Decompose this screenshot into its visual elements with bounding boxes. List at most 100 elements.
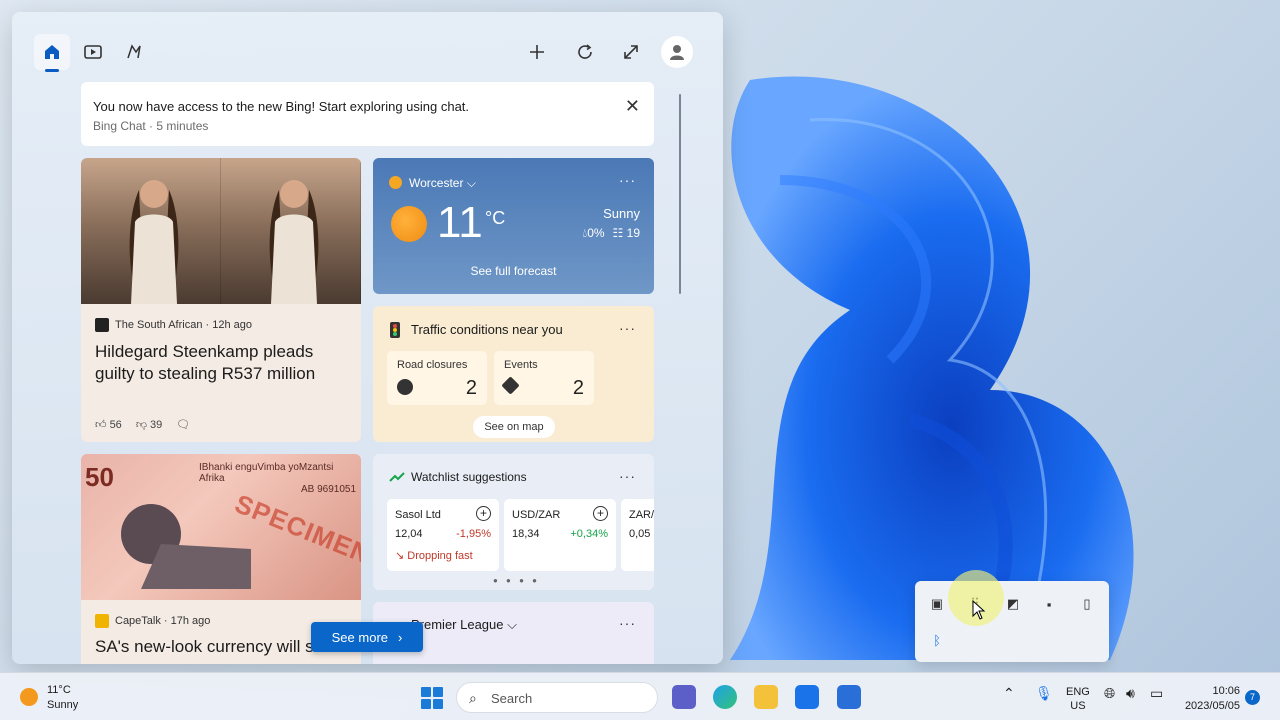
road-closure-icon bbox=[397, 379, 413, 395]
banknote-text: IBhanki enguVimba yoMzantsi Afrika bbox=[199, 462, 334, 484]
weather-sun-icon bbox=[391, 206, 427, 242]
taskbar: 11°C Sunny ⌕ Search ⌃ 🎙︎ ENG US 🌐︎ 🔊︎ ▭ … bbox=[0, 672, 1280, 720]
bluetooth-icon[interactable]: ᛒ bbox=[929, 632, 945, 648]
usb-tray-icon[interactable]: ▯ bbox=[1079, 596, 1095, 612]
expand-button[interactable] bbox=[613, 34, 649, 70]
watchlist-card[interactable]: Watchlist suggestions ··· Sasol Ltd + 12… bbox=[373, 454, 654, 590]
more-options-icon[interactable]: ··· bbox=[619, 320, 636, 336]
see-full-forecast-link[interactable]: See full forecast bbox=[373, 264, 654, 278]
trend-indicator: ↘ Dropping fast bbox=[395, 550, 473, 562]
news-reactions-1: 👍︎ 56 👎︎ 39 🗨︎ bbox=[95, 418, 190, 431]
news-image-2: 50 IBhanki enguVimba yoMzantsi Afrika AB… bbox=[81, 454, 361, 600]
app-tray-icon[interactable]: ▣ bbox=[929, 596, 945, 612]
tray-overflow-flyout: ▣ ⠿ ◩ ▪ ▯ ᛒ bbox=[915, 581, 1109, 662]
watchlist-title: Watchlist suggestions bbox=[411, 470, 527, 484]
taskbar-weather[interactable]: 11°C Sunny bbox=[20, 683, 78, 713]
events-tile[interactable]: Events 2 bbox=[494, 351, 594, 405]
weather-condition: Sunny bbox=[603, 206, 640, 221]
video-icon bbox=[84, 45, 102, 59]
mail-icon[interactable] bbox=[795, 685, 819, 709]
weather-stats: 💧︎0% ☷ 19 bbox=[582, 226, 640, 241]
bing-banner[interactable]: You now have access to the new Bing! Sta… bbox=[81, 82, 654, 146]
search-icon: ⌕ bbox=[469, 690, 477, 706]
aqi-icon: ☷ 19 bbox=[612, 226, 640, 240]
widgets-topbar bbox=[12, 12, 723, 80]
home-tab[interactable] bbox=[34, 34, 70, 72]
add-widget-button[interactable] bbox=[519, 34, 555, 70]
news-image-1 bbox=[81, 158, 361, 304]
display-tray-icon[interactable]: ◩ bbox=[1005, 596, 1021, 612]
edge-icon[interactable] bbox=[713, 685, 737, 709]
stock-tile-zar[interactable]: ZAR/U 0,05 bbox=[621, 499, 654, 571]
volume-icon[interactable]: 🔊︎ bbox=[1126, 685, 1135, 702]
plus-icon bbox=[530, 45, 544, 59]
news-headline-1[interactable]: Hildegard Steenkamp pleads guilty to ste… bbox=[95, 341, 347, 385]
lion-image bbox=[121, 504, 251, 589]
sun-icon bbox=[389, 176, 402, 189]
event-icon bbox=[501, 376, 520, 395]
teams-chat-icon[interactable] bbox=[672, 685, 696, 709]
precip-icon: 💧︎0% bbox=[582, 226, 605, 240]
weather-temp: 11 bbox=[437, 198, 483, 247]
expand-icon bbox=[624, 45, 638, 59]
banknote-serial: AB 9691051 bbox=[301, 484, 357, 495]
chevron-right-icon: › bbox=[398, 629, 403, 645]
news-source-2: CapeTalk · 17h ago bbox=[95, 614, 210, 628]
sun-icon bbox=[20, 688, 38, 706]
battery-icon[interactable]: ▭ bbox=[1150, 685, 1163, 702]
add-to-watchlist-icon[interactable]: + bbox=[476, 506, 491, 521]
widgets-panel: You now have access to the new Bing! Sta… bbox=[12, 12, 723, 664]
see-more-button[interactable]: See more › bbox=[311, 622, 423, 652]
store-icon[interactable] bbox=[837, 685, 861, 709]
bing-source: Bing Chat · 5 minutes bbox=[93, 119, 209, 133]
bing-message: You now have access to the new Bing! Sta… bbox=[93, 99, 470, 114]
more-options-icon[interactable]: ··· bbox=[619, 172, 636, 188]
like-button[interactable]: 👍︎ 56 bbox=[95, 418, 122, 431]
carousel-dots[interactable]: ● ● ● ● bbox=[493, 576, 540, 585]
banknote-value: 50 bbox=[85, 462, 114, 492]
news-source-1: The South African · 12h ago bbox=[95, 318, 252, 332]
publisher-logo bbox=[95, 318, 109, 332]
more-options-icon[interactable]: ··· bbox=[619, 615, 636, 631]
news-headline-2[interactable]: SA's new-look currency will s bbox=[95, 636, 347, 658]
home-icon bbox=[45, 45, 59, 59]
weather-location[interactable]: Worcester ⌵ bbox=[409, 176, 476, 191]
taskbar-search[interactable]: ⌕ Search bbox=[456, 682, 658, 713]
weather-card[interactable]: Worcester ⌵ ··· 11 °C Sunny 💧︎0% ☷ 19 Se… bbox=[373, 158, 654, 294]
profile-button[interactable] bbox=[661, 36, 693, 68]
profile-icon bbox=[670, 45, 684, 60]
clock[interactable]: 10:06 2023/05/05 bbox=[1185, 684, 1240, 714]
video-tab[interactable] bbox=[75, 34, 111, 70]
network-icon[interactable]: 🌐︎ bbox=[1104, 685, 1115, 702]
news-card-1[interactable]: The South African · 12h ago Hildegard St… bbox=[81, 158, 361, 442]
stock-tile-usdzar[interactable]: USD/ZAR + 18,34 +0,34% bbox=[504, 499, 616, 571]
more-options-icon[interactable]: ··· bbox=[619, 468, 636, 484]
mouse-pointer-icon bbox=[972, 600, 986, 620]
publisher-logo bbox=[95, 614, 109, 628]
road-closures-tile[interactable]: Road closures 2 bbox=[387, 351, 487, 405]
notification-badge[interactable]: 7 bbox=[1245, 690, 1260, 705]
chevron-up-icon[interactable]: ⌃ bbox=[1003, 685, 1015, 702]
add-to-watchlist-icon[interactable]: + bbox=[593, 506, 608, 521]
microphone-icon[interactable]: 🎙︎ bbox=[1035, 685, 1053, 702]
refresh-icon bbox=[578, 44, 592, 59]
traffic-light-icon bbox=[390, 322, 400, 338]
start-button[interactable] bbox=[421, 687, 443, 709]
traffic-card[interactable]: Traffic conditions near you ··· Road clo… bbox=[373, 306, 654, 442]
games-icon bbox=[127, 44, 141, 59]
chevron-down-icon: ⌵ bbox=[466, 176, 476, 190]
audio-device-tray-icon[interactable]: ▪ bbox=[1041, 596, 1057, 612]
weather-unit: °C bbox=[485, 208, 506, 228]
games-tab[interactable] bbox=[116, 34, 152, 70]
close-icon[interactable]: ✕ bbox=[625, 96, 640, 117]
file-explorer-icon[interactable] bbox=[754, 685, 778, 709]
see-on-map-button[interactable]: See on map bbox=[473, 416, 555, 438]
stock-tile-sasol[interactable]: Sasol Ltd + 12,04 -1,95% ↘ Dropping fast bbox=[387, 499, 499, 571]
premier-title[interactable]: Premier League ⌵ bbox=[411, 617, 517, 633]
language-switcher[interactable]: ENG US bbox=[1066, 685, 1090, 713]
dislike-button[interactable]: 👎︎ 39 bbox=[136, 418, 162, 431]
panel-scrollbar[interactable] bbox=[679, 94, 681, 294]
stocks-icon bbox=[389, 472, 405, 482]
comment-icon[interactable]: 🗨︎ bbox=[176, 418, 190, 431]
refresh-button[interactable] bbox=[567, 34, 603, 70]
